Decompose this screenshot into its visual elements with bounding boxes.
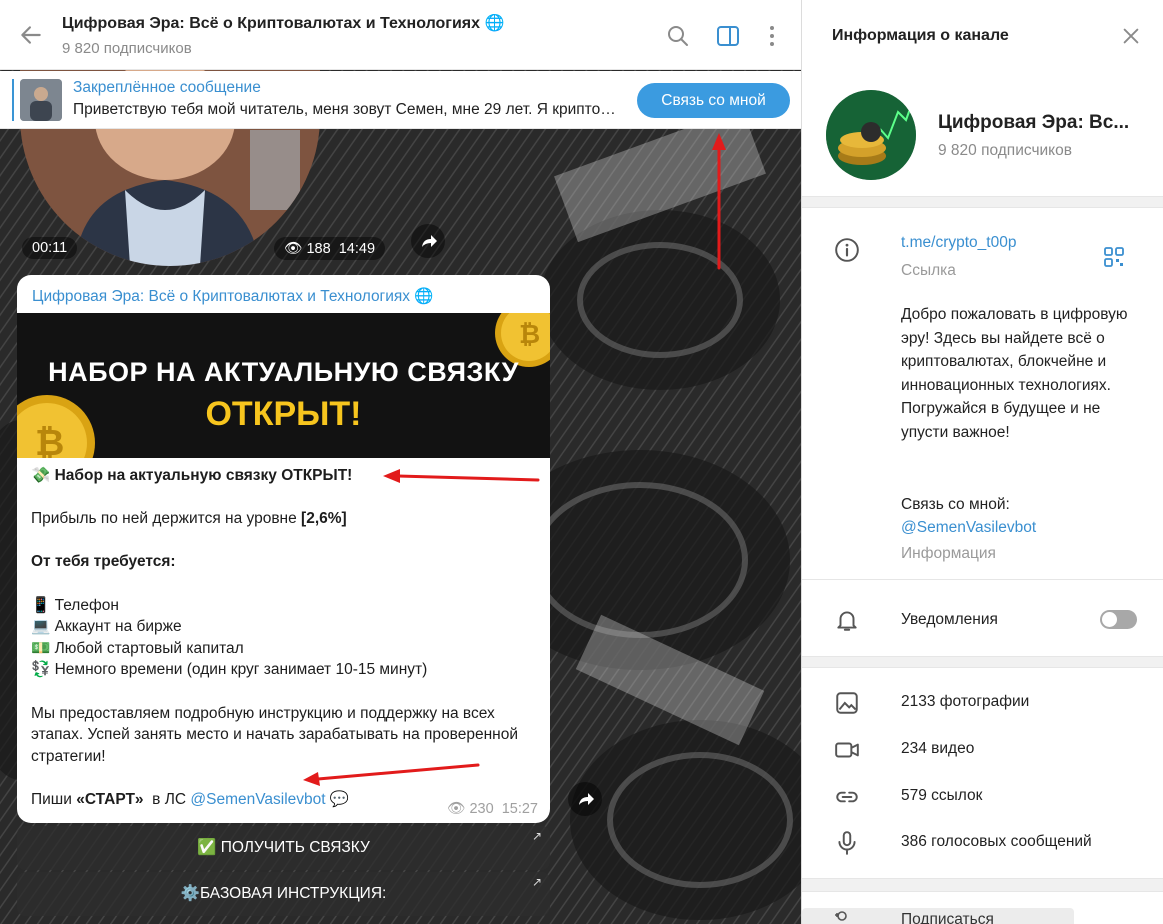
requirement-item: 💱 Немного времени (один круг занимает 10… [31,661,428,679]
notifications-toggle[interactable] [1100,610,1137,629]
subscriber-count: 9 820 подписчиков [62,40,192,57]
contact-me-button[interactable]: Связь со мной [637,83,790,118]
more-options-icon[interactable] [760,24,784,48]
link-icon [836,791,858,803]
photo-icon [836,692,858,714]
banner-subheadline: ОТКРЫТ! [205,395,362,433]
channel-avatar[interactable] [826,90,916,180]
telegram-window: Цифровая Эра: Всё о Криптовалютах и Техн… [0,0,1163,924]
video-meta: 👁 188 14:49 [274,237,386,260]
voice-count[interactable]: 386 голосовых сообщений [901,833,1092,851]
svg-text:₿: ₿ [519,320,540,350]
post-headline: 💸 Набор на актуальную связку ОТКРЫТ! [31,467,353,484]
post-views: 230 [469,801,494,817]
subscribe-button[interactable]: Подписаться [802,908,1074,924]
external-link-icon: ↗ [531,875,542,889]
contact-label: Связь со мной: [901,496,1010,513]
share-video-button[interactable] [411,224,445,258]
post-paragraph: Мы предоставляем подробную инструкцию и … [31,704,518,765]
channel-link[interactable]: t.me/crypto_t00p [901,234,1016,252]
basic-guide-button[interactable]: ⚙️БАЗОВАЯ ИНСТРУКЦИЯ: ↗ [17,872,550,916]
channel-subscribers: 9 820 подписчиков [938,142,1072,159]
photos-count[interactable]: 2133 фотографии [901,693,1029,711]
add-user-icon [835,911,847,921]
microphone-icon [838,831,856,855]
section-divider [802,878,1163,892]
get-scheme-button[interactable]: ✅ ПОЛУЧИТЬ СВЯЗКУ ↗ [17,826,550,870]
video-icon [835,742,859,758]
channel-description: Добро пожаловать в цифровую эру! Здесь в… [901,306,1128,441]
requirement-item: 📱 Телефон [31,596,119,614]
share-icon [579,793,594,805]
back-arrow-icon[interactable] [18,22,44,48]
requirement-item: 💵 Любой стартовый капитал [31,639,244,657]
pinned-text: Приветствую тебя мой читатель, меня зову… [73,101,621,118]
external-link-icon: ↗ [531,829,542,843]
contact-link[interactable]: @SemenVasilevbot [901,519,1036,537]
video-time: 14:49 [338,241,376,257]
eye-icon: 👁 [446,801,466,817]
info-icon [835,238,859,262]
pinned-title: Закреплённое сообщение [73,79,261,96]
search-icon[interactable] [666,24,690,48]
post-author[interactable]: Цифровая Эра: Всё о Криптовалютах и Техн… [32,287,434,306]
requirement-item: 💻 Аккаунт на бирже [31,618,182,636]
banner-headline: НАБОР НА АКТУАЛЬНУЮ СВЯЗКУ [48,357,519,387]
bell-icon [837,611,857,631]
channel-title[interactable]: Цифровая Эра: Всё о Криптовалютах и Техн… [62,13,504,33]
post-body: 💸 Набор на актуальную связку ОТКРЫТ! При… [31,465,541,811]
info-label: Информация [901,545,996,562]
divider [802,579,1163,580]
post-profit: Прибыль по ней держится на уровне [2,6%] [31,510,347,528]
channel-info-panel: Информация о канале Цифровая Эра: Вс... … [801,0,1163,924]
section-divider [802,196,1163,208]
channel-name: Цифровая Эра: Вс... [938,112,1130,133]
channel-post: Цифровая Эра: Всё о Криптовалютах и Техн… [17,275,550,823]
post-banner-image[interactable]: ₿ ₿ НАБОР НА АКТУАЛЬНУЮ СВЯЗКУ ОТКРЫТ! [17,313,550,458]
panel-title: Информация о канале [832,27,1009,44]
chat-area: Цифровая Эра: Всё о Криптовалютах и Техн… [0,0,801,924]
bot-username-link[interactable]: @SemenVasilevbot [190,791,325,808]
pinned-thumbnail [20,79,62,121]
pinned-message-bar[interactable]: Закреплённое сообщение Приветствую тебя … [0,71,801,129]
chat-header: Цифровая Эра: Всё о Криптовалютах и Техн… [0,0,801,70]
video-duration: 00:11 [22,237,78,259]
post-meta: 👁 230 15:27 [447,800,538,817]
links-count[interactable]: 579 ссылок [901,787,982,805]
notifications-label: Уведомления [901,611,998,628]
eye-icon: 👁 [284,241,303,257]
close-icon[interactable] [1120,25,1142,47]
share-icon [422,235,437,247]
qr-code-icon[interactable] [1103,246,1125,268]
video-views: 188 [306,241,331,257]
share-post-button[interactable] [568,782,602,816]
subscribe-label: Подписаться [901,911,994,924]
videos-count[interactable]: 234 видео [901,740,974,758]
pinned-indicator [12,79,14,121]
link-label: Ссылка [901,262,956,279]
post-requirements-title: От тебя требуется: [31,553,176,571]
section-divider [802,656,1163,668]
sidebar-toggle-icon[interactable] [716,24,740,48]
